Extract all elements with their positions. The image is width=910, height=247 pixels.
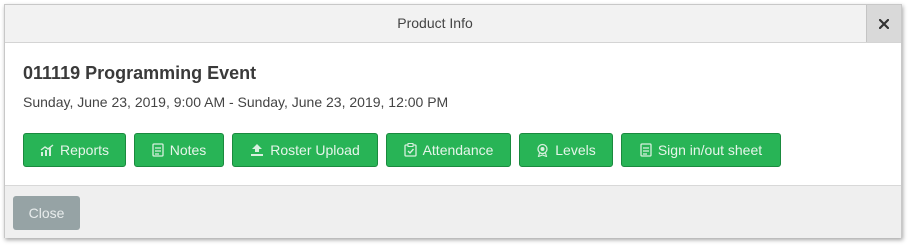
notes-icon — [152, 143, 164, 157]
roster-upload-button[interactable]: Roster Upload — [232, 133, 378, 167]
event-title: 011119 Programming Event — [23, 63, 257, 83]
levels-button-label: Levels — [555, 142, 596, 158]
dialog-content: 011119 Programming Event Sunday, June 23… — [5, 43, 901, 185]
reports-button-label: Reports — [59, 142, 110, 158]
close-button[interactable]: Close — [13, 196, 80, 230]
close-icon — [879, 18, 889, 29]
document-icon — [640, 143, 652, 157]
sign-in-out-sheet-button-label: Sign in/out sheet — [657, 142, 763, 158]
award-icon — [537, 143, 548, 157]
dialog-close-button[interactable] — [866, 5, 901, 42]
notes-button[interactable]: Notes — [134, 133, 224, 167]
dialog-footer: Close — [5, 185, 901, 238]
upload-icon — [251, 144, 264, 156]
chart-icon — [40, 143, 54, 156]
dialog-titlebar: Product Info — [5, 5, 901, 43]
levels-button[interactable]: Levels — [519, 133, 613, 167]
event-date-range: Sunday, June 23, 2019, 9:00 AM - Sunday,… — [23, 94, 449, 110]
dialog-title: Product Info — [397, 15, 473, 31]
clipboard-check-icon — [403, 143, 417, 157]
action-buttons: Reports Notes Roster Upload Attendance L… — [23, 133, 781, 167]
roster-upload-button-label: Roster Upload — [270, 142, 360, 158]
reports-button[interactable]: Reports — [23, 133, 126, 167]
product-info-dialog: Product Info 011119 Programming Event Su… — [4, 4, 902, 238]
notes-button-label: Notes — [169, 142, 207, 158]
attendance-button[interactable]: Attendance — [386, 133, 511, 167]
sign-in-out-sheet-button[interactable]: Sign in/out sheet — [621, 133, 781, 167]
attendance-button-label: Attendance — [422, 142, 494, 158]
